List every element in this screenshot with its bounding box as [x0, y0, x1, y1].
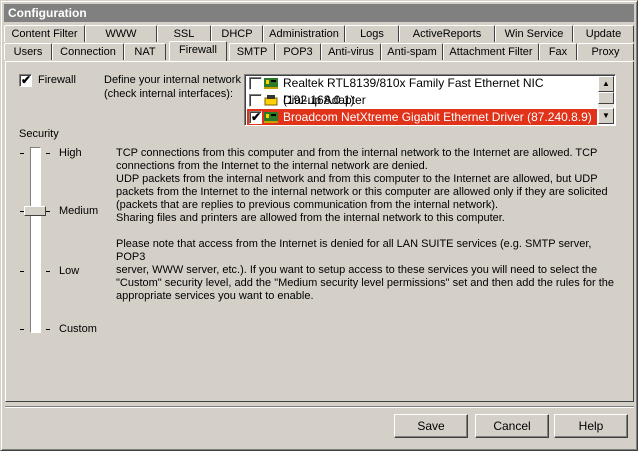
tab-www[interactable]: WWW [85, 25, 157, 42]
tab-nat[interactable]: NAT [124, 43, 166, 60]
tab-ssl[interactable]: SSL [157, 25, 211, 42]
save-button[interactable]: Save [394, 414, 468, 438]
help-button[interactable]: Help [554, 414, 628, 438]
network-card-icon [264, 78, 278, 89]
tab-logs[interactable]: Logs [345, 25, 399, 42]
tab-fax[interactable]: Fax [539, 43, 577, 60]
tab-win-service[interactable]: Win Service [495, 25, 573, 42]
level-custom: Custom [59, 323, 97, 335]
tab-firewall[interactable]: Firewall [169, 41, 227, 61]
level-high: High [59, 147, 82, 159]
tab-update[interactable]: Update [573, 25, 634, 42]
tab-dhcp[interactable]: DHCP [211, 25, 263, 42]
interface-checkbox[interactable]: ✔ [249, 110, 262, 124]
checkmark-icon: ✔ [251, 110, 262, 124]
tab-connection[interactable]: Connection [52, 43, 124, 60]
tab-administration[interactable]: Administration [263, 25, 345, 42]
scroll-down-button[interactable]: ▼ [598, 108, 614, 124]
listbox-scrollbar[interactable]: ▲ ▼ [598, 76, 614, 124]
slider-tick [46, 153, 50, 154]
interface-name: Broadcom NetXtreme Gigabit Ethernet Driv… [283, 110, 592, 124]
list-item[interactable]: ✔ Broadcom NetXtreme Gigabit Ethernet Dr… [247, 109, 597, 125]
window-title: Configuration [8, 6, 87, 20]
firewall-checkbox[interactable]: ✔ [19, 73, 32, 87]
security-slider-thumb[interactable] [24, 206, 46, 216]
tab-attachment-filter[interactable]: Attachment Filter [443, 43, 539, 60]
slider-tick [46, 329, 50, 330]
firewall-label: Firewall [38, 74, 76, 86]
list-item[interactable]: Dial-up Adapter [247, 92, 597, 109]
tab-users[interactable]: Users [4, 43, 52, 60]
interface-checkbox[interactable] [249, 77, 262, 90]
checkmark-icon: ✔ [21, 73, 32, 87]
slider-tick [20, 271, 24, 272]
dialup-icon [264, 95, 278, 106]
divider [5, 406, 634, 408]
tab-proxy[interactable]: Proxy [577, 43, 634, 60]
tab-activereports[interactable]: ActiveReports [399, 25, 495, 42]
interface-name: Dial-up Adapter [283, 93, 366, 107]
slider-tick [20, 329, 24, 330]
network-label-line2: (check internal interfaces): [104, 88, 233, 100]
security-label: Security [19, 128, 59, 140]
network-label-line1: Define your internal network [104, 74, 241, 86]
interface-checkbox[interactable] [249, 94, 262, 107]
level-medium: Medium [59, 205, 99, 217]
security-slider-track[interactable] [30, 147, 41, 333]
title-bar: Configuration [4, 4, 634, 22]
slider-tick [46, 211, 50, 212]
cancel-button[interactable]: Cancel [475, 414, 549, 438]
network-card-icon [264, 112, 278, 123]
interface-listbox[interactable]: Realtek RTL8139/810x Family Fast Etherne… [244, 74, 616, 126]
tab-pop3[interactable]: POP3 [275, 43, 321, 60]
security-description: TCP connections from this computer and f… [116, 147, 608, 224]
tab-anti-spam[interactable]: Anti-spam [381, 43, 443, 60]
slider-tick [46, 271, 50, 272]
tab-anti-virus[interactable]: Anti-virus [321, 43, 381, 60]
tab-smtp[interactable]: SMTP [229, 43, 275, 60]
scroll-up-button[interactable]: ▲ [598, 76, 614, 92]
slider-tick [20, 153, 24, 154]
tab-content-filter[interactable]: Content Filter [4, 25, 85, 42]
configuration-window: Configuration Content Filter WWW SSL DHC… [0, 0, 638, 451]
slider-tick [20, 211, 24, 212]
list-item[interactable]: Realtek RTL8139/810x Family Fast Etherne… [247, 75, 597, 107]
scroll-thumb[interactable] [598, 92, 614, 104]
level-low: Low [59, 265, 80, 277]
security-note: Please note that access from the Interne… [116, 238, 615, 302]
